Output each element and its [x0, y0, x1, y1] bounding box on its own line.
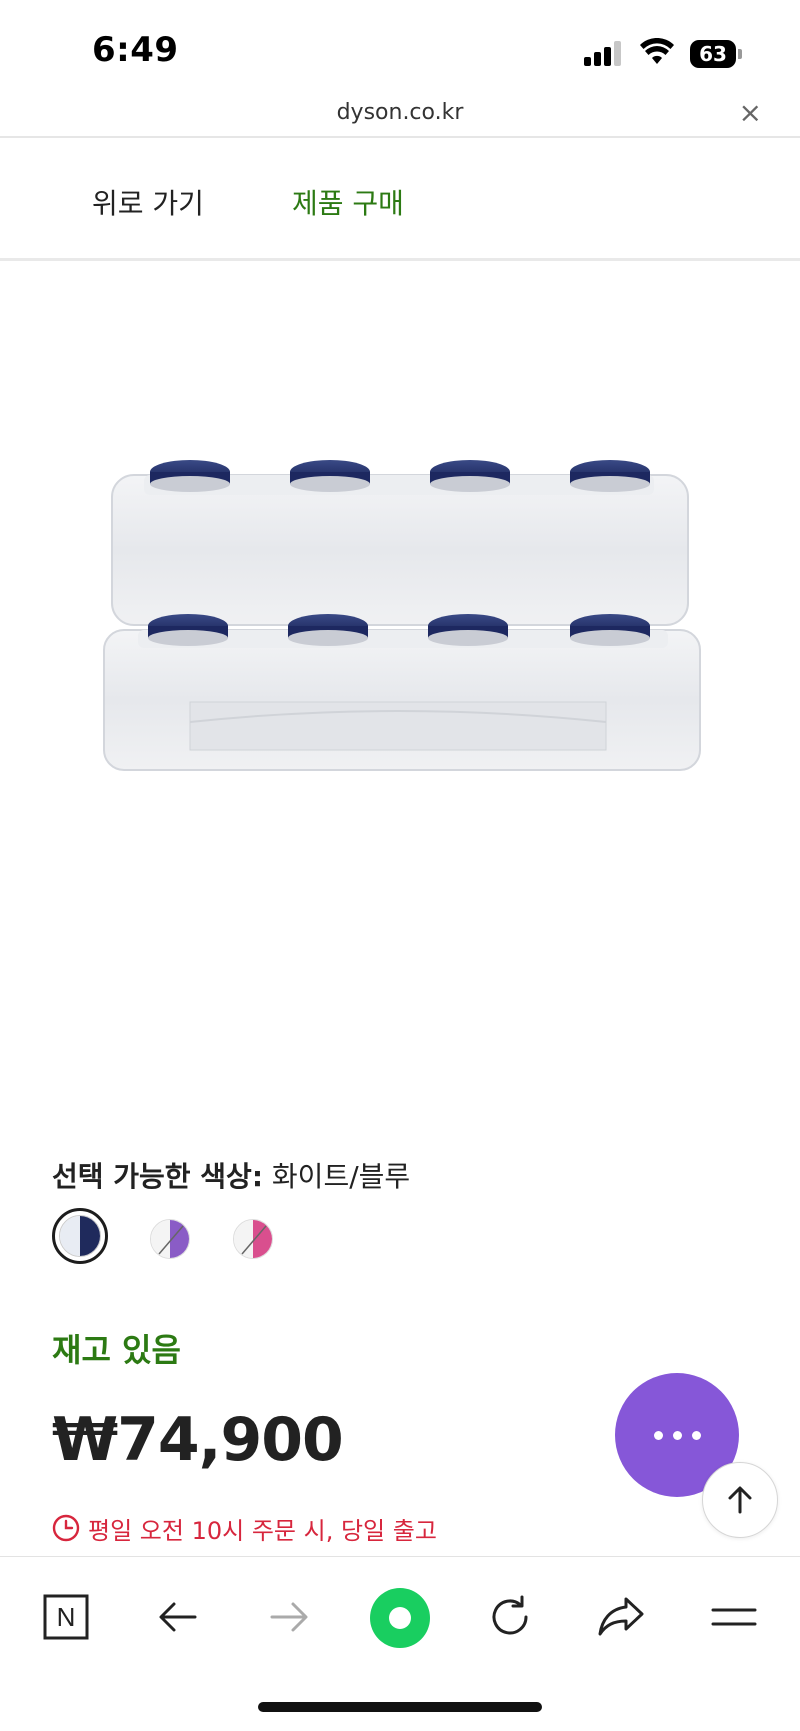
stock-status: 재고 있음: [52, 1331, 181, 1369]
reload-button[interactable]: [480, 1587, 540, 1647]
selected-color-name: 화이트/블루: [271, 1160, 411, 1193]
wifi-icon: [640, 38, 674, 64]
reload-icon: [492, 1595, 528, 1635]
more-dots-icon: [653, 1430, 663, 1440]
clock-icon: [52, 1514, 80, 1542]
green-dot-icon: [370, 1588, 430, 1648]
unavailable-slash-icon: [158, 1225, 184, 1255]
naver-n-letter: N: [57, 1602, 76, 1632]
color-swatch-pink[interactable]: [233, 1219, 273, 1259]
product-price: ₩74,900: [52, 1405, 344, 1475]
url-domain[interactable]: dyson.co.kr: [0, 100, 800, 125]
color-label: 선택 가능한 색상: 화이트/블루: [52, 1155, 410, 1195]
home-indicator[interactable]: [258, 1702, 542, 1712]
status-bar: 6:49 63: [0, 0, 800, 100]
forward-arrow-icon: [270, 1602, 308, 1632]
color-label-title: 선택 가능한 색상:: [52, 1160, 264, 1193]
back-button[interactable]: [148, 1587, 208, 1647]
scroll-top-button[interactable]: [702, 1462, 778, 1538]
battery-level: 63: [690, 40, 736, 68]
product-image: [103, 460, 701, 771]
back-arrow-icon: [159, 1602, 197, 1632]
tab-buy-product[interactable]: 제품 구매: [292, 182, 404, 222]
cellular-signal-icon: [584, 40, 624, 66]
shipping-notice: 평일 오전 10시 주문 시, 당일 출고: [52, 1511, 437, 1545]
battery-icon: 63: [690, 40, 742, 68]
forward-button[interactable]: [259, 1587, 319, 1647]
page-nav: 위로 가기 제품 구매: [0, 138, 800, 260]
tab-back-to-top[interactable]: 위로 가기: [92, 182, 204, 222]
status-time: 6:49: [92, 30, 179, 70]
naver-n-icon: N: [43, 1594, 89, 1640]
shipping-text: 평일 오전 10시 주문 시, 당일 출고: [88, 1516, 437, 1545]
menu-button[interactable]: [704, 1587, 764, 1647]
color-swatch-purple[interactable]: [150, 1219, 190, 1259]
close-icon[interactable]: ×: [739, 98, 762, 128]
color-swatch-white-blue[interactable]: [52, 1208, 108, 1264]
menu-icon: [711, 1608, 757, 1626]
url-bar[interactable]: dyson.co.kr ×: [0, 98, 800, 136]
home-button[interactable]: N: [36, 1587, 96, 1647]
green-dot-button[interactable]: [369, 1587, 431, 1649]
arrow-up-icon: [728, 1486, 752, 1514]
share-button[interactable]: [591, 1587, 651, 1647]
share-icon: [598, 1597, 644, 1636]
nav-divider: [0, 258, 800, 261]
unavailable-slash-icon: [241, 1225, 267, 1255]
